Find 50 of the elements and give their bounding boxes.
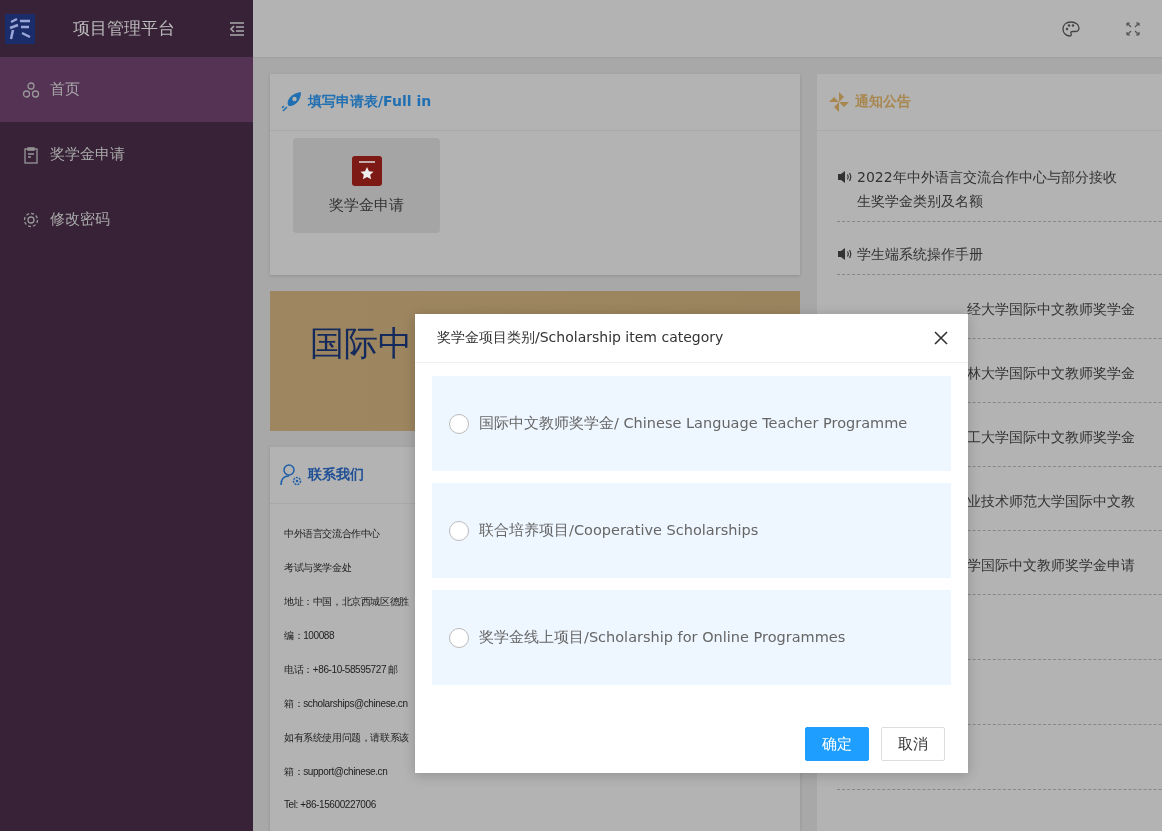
user-gear-icon bbox=[280, 463, 304, 487]
contact-line: 箱：scholarships@chinese.cn bbox=[284, 697, 408, 711]
card-title: 填写申请表/Full in bbox=[308, 93, 432, 111]
contact-line: 中外语言交流合作中心 bbox=[284, 527, 380, 541]
pinwheel-icon bbox=[827, 90, 851, 114]
app-title: 项目管理平台 bbox=[73, 17, 176, 40]
option-label: 奖学金线上项目/Scholarship for Online Programmes bbox=[479, 628, 846, 647]
star-badge-icon bbox=[351, 156, 382, 186]
radio-button[interactable] bbox=[449, 520, 469, 541]
cancel-button[interactable]: 取消 bbox=[881, 727, 945, 761]
nav-item[interactable]: 修改密码 bbox=[0, 187, 253, 252]
notice-link[interactable]: 经大学国际中文教师奖学金 bbox=[967, 297, 1135, 321]
speaker-icon bbox=[837, 170, 853, 184]
contact-line: Tel: +86-15600227006 bbox=[284, 799, 376, 810]
option-item[interactable]: 国际中文教师奖学金/ Chinese Language Teacher Programme bbox=[432, 376, 951, 471]
speaker-icon bbox=[837, 247, 853, 261]
notice-link[interactable]: 2022年中外语言交流合作中心与部分接收 生奖学金类别及名额 bbox=[857, 165, 1117, 213]
notice-link[interactable]: 林大学国际中文教师奖学金 bbox=[967, 361, 1135, 385]
option-label: 国际中文教师奖学金/ Chinese Language Teacher Programme bbox=[479, 414, 908, 433]
dialog-title: 奖学金项目类别/Scholarship item category bbox=[437, 329, 724, 347]
contact-line: 编：100088 bbox=[284, 629, 335, 643]
radio-button[interactable] bbox=[449, 627, 469, 648]
nav-item[interactable]: 首页 bbox=[0, 57, 253, 122]
menu-icon[interactable] bbox=[229, 21, 245, 36]
radio-button[interactable] bbox=[449, 413, 469, 434]
contact-line: 电话：+86-10-58595727 邮 bbox=[284, 663, 399, 677]
palette-icon[interactable] bbox=[1062, 20, 1080, 37]
card-title: 通知公告 bbox=[855, 93, 911, 111]
clipboard-icon bbox=[22, 145, 40, 164]
notice-link[interactable]: 业技术师范大学国际中文教 bbox=[967, 489, 1135, 513]
contact-line: 考试与奖学金处 bbox=[284, 561, 352, 575]
logo-icon bbox=[5, 13, 35, 44]
home-icon bbox=[22, 80, 40, 99]
option-label: 联合培养项目/Cooperative Scholarships bbox=[479, 521, 759, 540]
notice-link[interactable]: 工大学国际中文教师奖学金 bbox=[967, 425, 1135, 449]
gear-icon bbox=[22, 210, 40, 229]
fullscreen-icon[interactable] bbox=[1124, 20, 1142, 37]
option-item[interactable]: 奖学金线上项目/Scholarship for Online Programmes bbox=[432, 590, 951, 685]
rocket-icon bbox=[280, 90, 304, 114]
notice-link[interactable]: 学生端系统操作手册 bbox=[857, 242, 983, 266]
contact-line: 箱：support@chinese.cn bbox=[284, 765, 388, 779]
scholarship-tile[interactable]: 奖学金申请 bbox=[293, 138, 440, 233]
notice-link[interactable]: 学国际中文教师奖学金申请 bbox=[967, 553, 1135, 577]
contact-line: 地址：中国，北京西城区德胜 bbox=[284, 595, 409, 609]
option-item[interactable]: 联合培养项目/Cooperative Scholarships bbox=[432, 483, 951, 578]
banner-heading: 国际中 bbox=[310, 322, 412, 365]
close-icon[interactable] bbox=[934, 331, 948, 345]
nav-item[interactable]: 奖学金申请 bbox=[0, 122, 253, 187]
card-title: 联系我们 bbox=[308, 466, 364, 484]
contact-line: 如有系统使用问题，请联系该 bbox=[284, 731, 409, 745]
